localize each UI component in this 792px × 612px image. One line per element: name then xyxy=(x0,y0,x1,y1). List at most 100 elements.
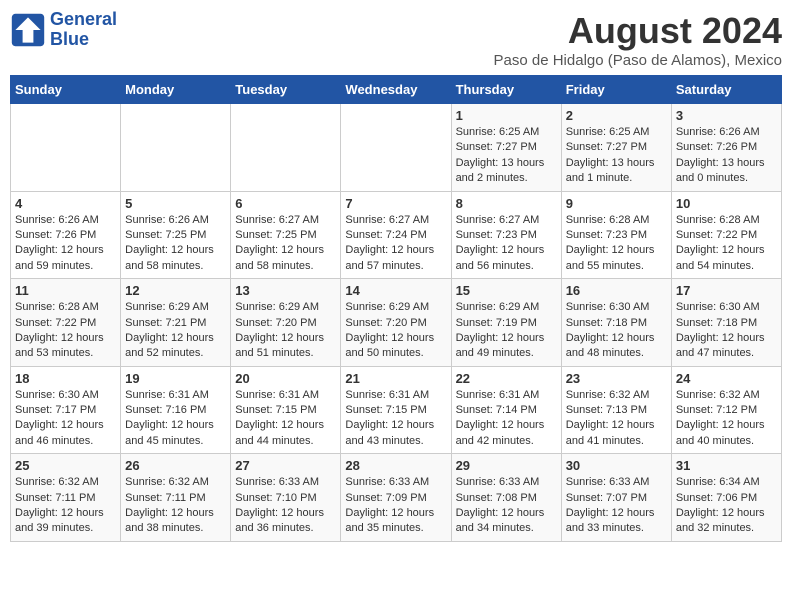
day-number: 2 xyxy=(566,108,667,123)
day-info: Sunrise: 6:32 AMSunset: 7:13 PMDaylight:… xyxy=(566,388,667,450)
day-number: 17 xyxy=(676,283,777,298)
logo-line1: General xyxy=(50,9,117,29)
day-info: Sunrise: 6:31 AMSunset: 7:14 PMDaylight:… xyxy=(456,388,557,450)
header-row: SundayMondayTuesdayWednesdayThursdayFrid… xyxy=(11,76,782,104)
day-info: Sunrise: 6:29 AMSunset: 7:20 PMDaylight:… xyxy=(235,300,336,362)
day-number: 14 xyxy=(345,283,446,298)
day-info: Sunrise: 6:33 AMSunset: 7:09 PMDaylight:… xyxy=(345,475,446,537)
calendar-body: 1 Sunrise: 6:25 AMSunset: 7:27 PMDaylight… xyxy=(11,104,782,542)
calendar-cell: 28 Sunrise: 6:33 AMSunset: 7:09 PMDayligh… xyxy=(341,454,451,542)
calendar-cell: 27Sunrise: 6:33 AMSunset: 7:10 PMDayligh… xyxy=(231,454,341,542)
week-row-2: 11Sunrise: 6:28 AMSunset: 7:22 PMDayligh… xyxy=(11,279,782,367)
calendar-cell: 4Sunrise: 6:26 AMSunset: 7:26 PMDaylight… xyxy=(11,191,121,279)
calendar-cell: 12 Sunrise: 6:29 AMSunset: 7:21 PMDayligh… xyxy=(121,279,231,367)
day-info: Sunrise: 6:27 AMSunset: 7:24 PMDaylight:… xyxy=(345,213,446,275)
day-info: Sunrise: 6:32 AMSunset: 7:11 PMDaylight:… xyxy=(125,475,226,537)
logo-text: General Blue xyxy=(50,10,117,50)
day-info: Sunrise: 6:33 AMSunset: 7:10 PMDaylight:… xyxy=(235,475,336,537)
calendar-cell: 14 Sunrise: 6:29 AMSunset: 7:20 PMDayligh… xyxy=(341,279,451,367)
calendar-cell: 8 Sunrise: 6:27 AMSunset: 7:23 PMDaylight… xyxy=(451,191,561,279)
logo: General Blue xyxy=(10,10,117,50)
day-info: Sunrise: 6:28 AMSunset: 7:23 PMDaylight:… xyxy=(566,213,667,275)
calendar-cell xyxy=(11,104,121,192)
day-number: 8 xyxy=(456,196,557,211)
day-number: 13 xyxy=(235,283,336,298)
day-number: 11 xyxy=(15,283,116,298)
day-info: Sunrise: 6:25 AMSunset: 7:27 PMDaylight:… xyxy=(456,125,557,187)
calendar-cell: 30Sunrise: 6:33 AMSunset: 7:07 PMDayligh… xyxy=(561,454,671,542)
day-info: Sunrise: 6:31 AMSunset: 7:15 PMDaylight:… xyxy=(345,388,446,450)
calendar-cell: 11Sunrise: 6:28 AMSunset: 7:22 PMDayligh… xyxy=(11,279,121,367)
header-saturday: Saturday xyxy=(671,76,781,104)
calendar-cell xyxy=(341,104,451,192)
calendar-cell: 25 Sunrise: 6:32 AMSunset: 7:11 PMDayligh… xyxy=(11,454,121,542)
week-row-1: 4Sunrise: 6:26 AMSunset: 7:26 PMDaylight… xyxy=(11,191,782,279)
logo-line2: Blue xyxy=(50,29,89,49)
header-thursday: Thursday xyxy=(451,76,561,104)
day-info: Sunrise: 6:30 AMSunset: 7:18 PMDaylight:… xyxy=(676,300,777,362)
calendar-cell xyxy=(231,104,341,192)
calendar-cell: 10 Sunrise: 6:28 AMSunset: 7:22 PMDayligh… xyxy=(671,191,781,279)
day-info: Sunrise: 6:30 AMSunset: 7:18 PMDaylight:… xyxy=(566,300,667,362)
calendar-cell: 9 Sunrise: 6:28 AMSunset: 7:23 PMDaylight… xyxy=(561,191,671,279)
title-block: August 2024 Paso de Hidalgo (Paso de Ala… xyxy=(494,10,782,69)
day-number: 15 xyxy=(456,283,557,298)
calendar-cell: 29Sunrise: 6:33 AMSunset: 7:08 PMDayligh… xyxy=(451,454,561,542)
day-number: 6 xyxy=(235,196,336,211)
header-wednesday: Wednesday xyxy=(341,76,451,104)
calendar-header: SundayMondayTuesdayWednesdayThursdayFrid… xyxy=(11,76,782,104)
day-number: 4 xyxy=(15,196,116,211)
calendar-cell: 31 Sunrise: 6:34 AMSunset: 7:06 PMDayligh… xyxy=(671,454,781,542)
day-number: 7 xyxy=(345,196,446,211)
day-number: 19 xyxy=(125,371,226,386)
day-number: 25 xyxy=(15,458,116,473)
day-number: 12 xyxy=(125,283,226,298)
calendar-cell: 20Sunrise: 6:31 AMSunset: 7:15 PMDayligh… xyxy=(231,366,341,454)
header-sunday: Sunday xyxy=(11,76,121,104)
day-number: 10 xyxy=(676,196,777,211)
day-number: 28 xyxy=(345,458,446,473)
day-number: 21 xyxy=(345,371,446,386)
calendar-cell: 16 Sunrise: 6:30 AMSunset: 7:18 PMDayligh… xyxy=(561,279,671,367)
week-row-0: 1 Sunrise: 6:25 AMSunset: 7:27 PMDaylight… xyxy=(11,104,782,192)
day-info: Sunrise: 6:25 AMSunset: 7:27 PMDaylight:… xyxy=(566,125,667,187)
calendar-cell: 2 Sunrise: 6:25 AMSunset: 7:27 PMDaylight… xyxy=(561,104,671,192)
day-info: Sunrise: 6:32 AMSunset: 7:11 PMDaylight:… xyxy=(15,475,116,537)
day-number: 23 xyxy=(566,371,667,386)
calendar-cell: 21 Sunrise: 6:31 AMSunset: 7:15 PMDayligh… xyxy=(341,366,451,454)
day-info: Sunrise: 6:28 AMSunset: 7:22 PMDaylight:… xyxy=(676,213,777,275)
day-info: Sunrise: 6:33 AMSunset: 7:07 PMDaylight:… xyxy=(566,475,667,537)
calendar-cell: 5Sunrise: 6:26 AMSunset: 7:25 PMDaylight… xyxy=(121,191,231,279)
page-header: General Blue August 2024 Paso de Hidalgo… xyxy=(10,10,782,69)
day-number: 9 xyxy=(566,196,667,211)
calendar-cell: 18Sunrise: 6:30 AMSunset: 7:17 PMDayligh… xyxy=(11,366,121,454)
calendar-cell: 6 Sunrise: 6:27 AMSunset: 7:25 PMDaylight… xyxy=(231,191,341,279)
day-info: Sunrise: 6:27 AMSunset: 7:25 PMDaylight:… xyxy=(235,213,336,275)
day-info: Sunrise: 6:29 AMSunset: 7:21 PMDaylight:… xyxy=(125,300,226,362)
calendar-cell: 3Sunrise: 6:26 AMSunset: 7:26 PMDaylight… xyxy=(671,104,781,192)
calendar-cell xyxy=(121,104,231,192)
day-info: Sunrise: 6:29 AMSunset: 7:19 PMDaylight:… xyxy=(456,300,557,362)
calendar-cell: 26Sunrise: 6:32 AMSunset: 7:11 PMDayligh… xyxy=(121,454,231,542)
logo-icon xyxy=(10,12,46,48)
calendar-cell: 22Sunrise: 6:31 AMSunset: 7:14 PMDayligh… xyxy=(451,366,561,454)
calendar-cell: 15 Sunrise: 6:29 AMSunset: 7:19 PMDayligh… xyxy=(451,279,561,367)
day-number: 18 xyxy=(15,371,116,386)
day-number: 20 xyxy=(235,371,336,386)
week-row-4: 25 Sunrise: 6:32 AMSunset: 7:11 PMDayligh… xyxy=(11,454,782,542)
day-number: 1 xyxy=(456,108,557,123)
day-info: Sunrise: 6:29 AMSunset: 7:20 PMDaylight:… xyxy=(345,300,446,362)
day-info: Sunrise: 6:34 AMSunset: 7:06 PMDaylight:… xyxy=(676,475,777,537)
page-subtitle: Paso de Hidalgo (Paso de Alamos), Mexico xyxy=(494,52,782,69)
calendar-cell: 17 Sunrise: 6:30 AMSunset: 7:18 PMDayligh… xyxy=(671,279,781,367)
day-number: 31 xyxy=(676,458,777,473)
day-info: Sunrise: 6:31 AMSunset: 7:16 PMDaylight:… xyxy=(125,388,226,450)
calendar-cell: 1 Sunrise: 6:25 AMSunset: 7:27 PMDaylight… xyxy=(451,104,561,192)
day-info: Sunrise: 6:27 AMSunset: 7:23 PMDaylight:… xyxy=(456,213,557,275)
calendar-cell: 19 Sunrise: 6:31 AMSunset: 7:16 PMDayligh… xyxy=(121,366,231,454)
header-friday: Friday xyxy=(561,76,671,104)
calendar-table: SundayMondayTuesdayWednesdayThursdayFrid… xyxy=(10,75,782,542)
day-number: 16 xyxy=(566,283,667,298)
calendar-cell: 7 Sunrise: 6:27 AMSunset: 7:24 PMDaylight… xyxy=(341,191,451,279)
day-info: Sunrise: 6:26 AMSunset: 7:25 PMDaylight:… xyxy=(125,213,226,275)
